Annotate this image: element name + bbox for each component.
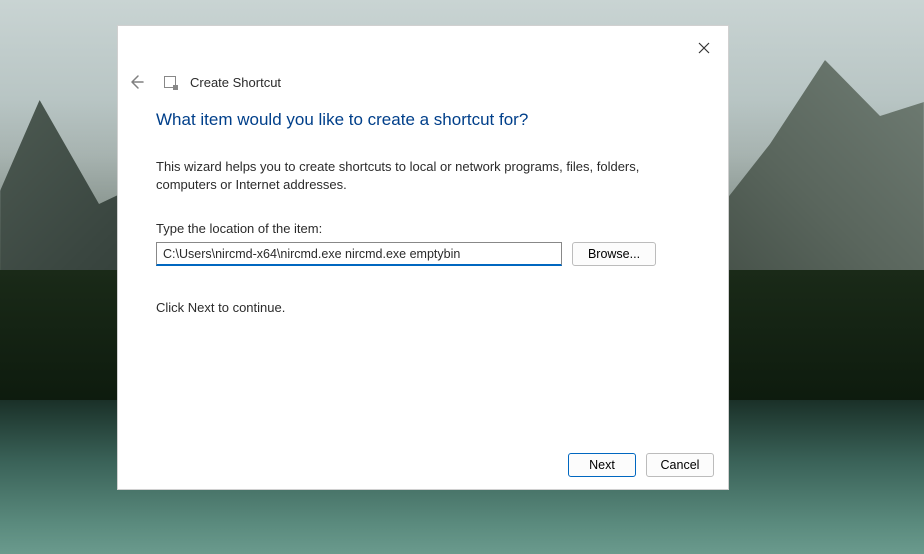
dialog-content: What item would you like to create a sho…	[118, 92, 728, 441]
create-shortcut-dialog: Create Shortcut What item would you like…	[117, 25, 729, 490]
titlebar	[118, 26, 728, 64]
headline: What item would you like to create a sho…	[156, 110, 690, 130]
next-button[interactable]: Next	[568, 453, 636, 477]
location-input[interactable]	[156, 242, 562, 266]
continue-text: Click Next to continue.	[156, 300, 690, 315]
location-field-row: Browse...	[156, 242, 690, 266]
dialog-footer: Next Cancel	[118, 441, 728, 489]
back-button[interactable]	[126, 72, 146, 92]
description-text: This wizard helps you to create shortcut…	[156, 158, 690, 193]
cancel-button[interactable]: Cancel	[646, 453, 714, 477]
close-button[interactable]	[690, 34, 718, 62]
back-arrow-icon	[128, 74, 144, 90]
header-row: Create Shortcut	[118, 72, 728, 92]
location-field-label: Type the location of the item:	[156, 221, 690, 236]
browse-button[interactable]: Browse...	[572, 242, 656, 266]
close-icon	[698, 42, 710, 54]
dialog-title: Create Shortcut	[190, 75, 281, 90]
shortcut-icon	[164, 76, 176, 88]
